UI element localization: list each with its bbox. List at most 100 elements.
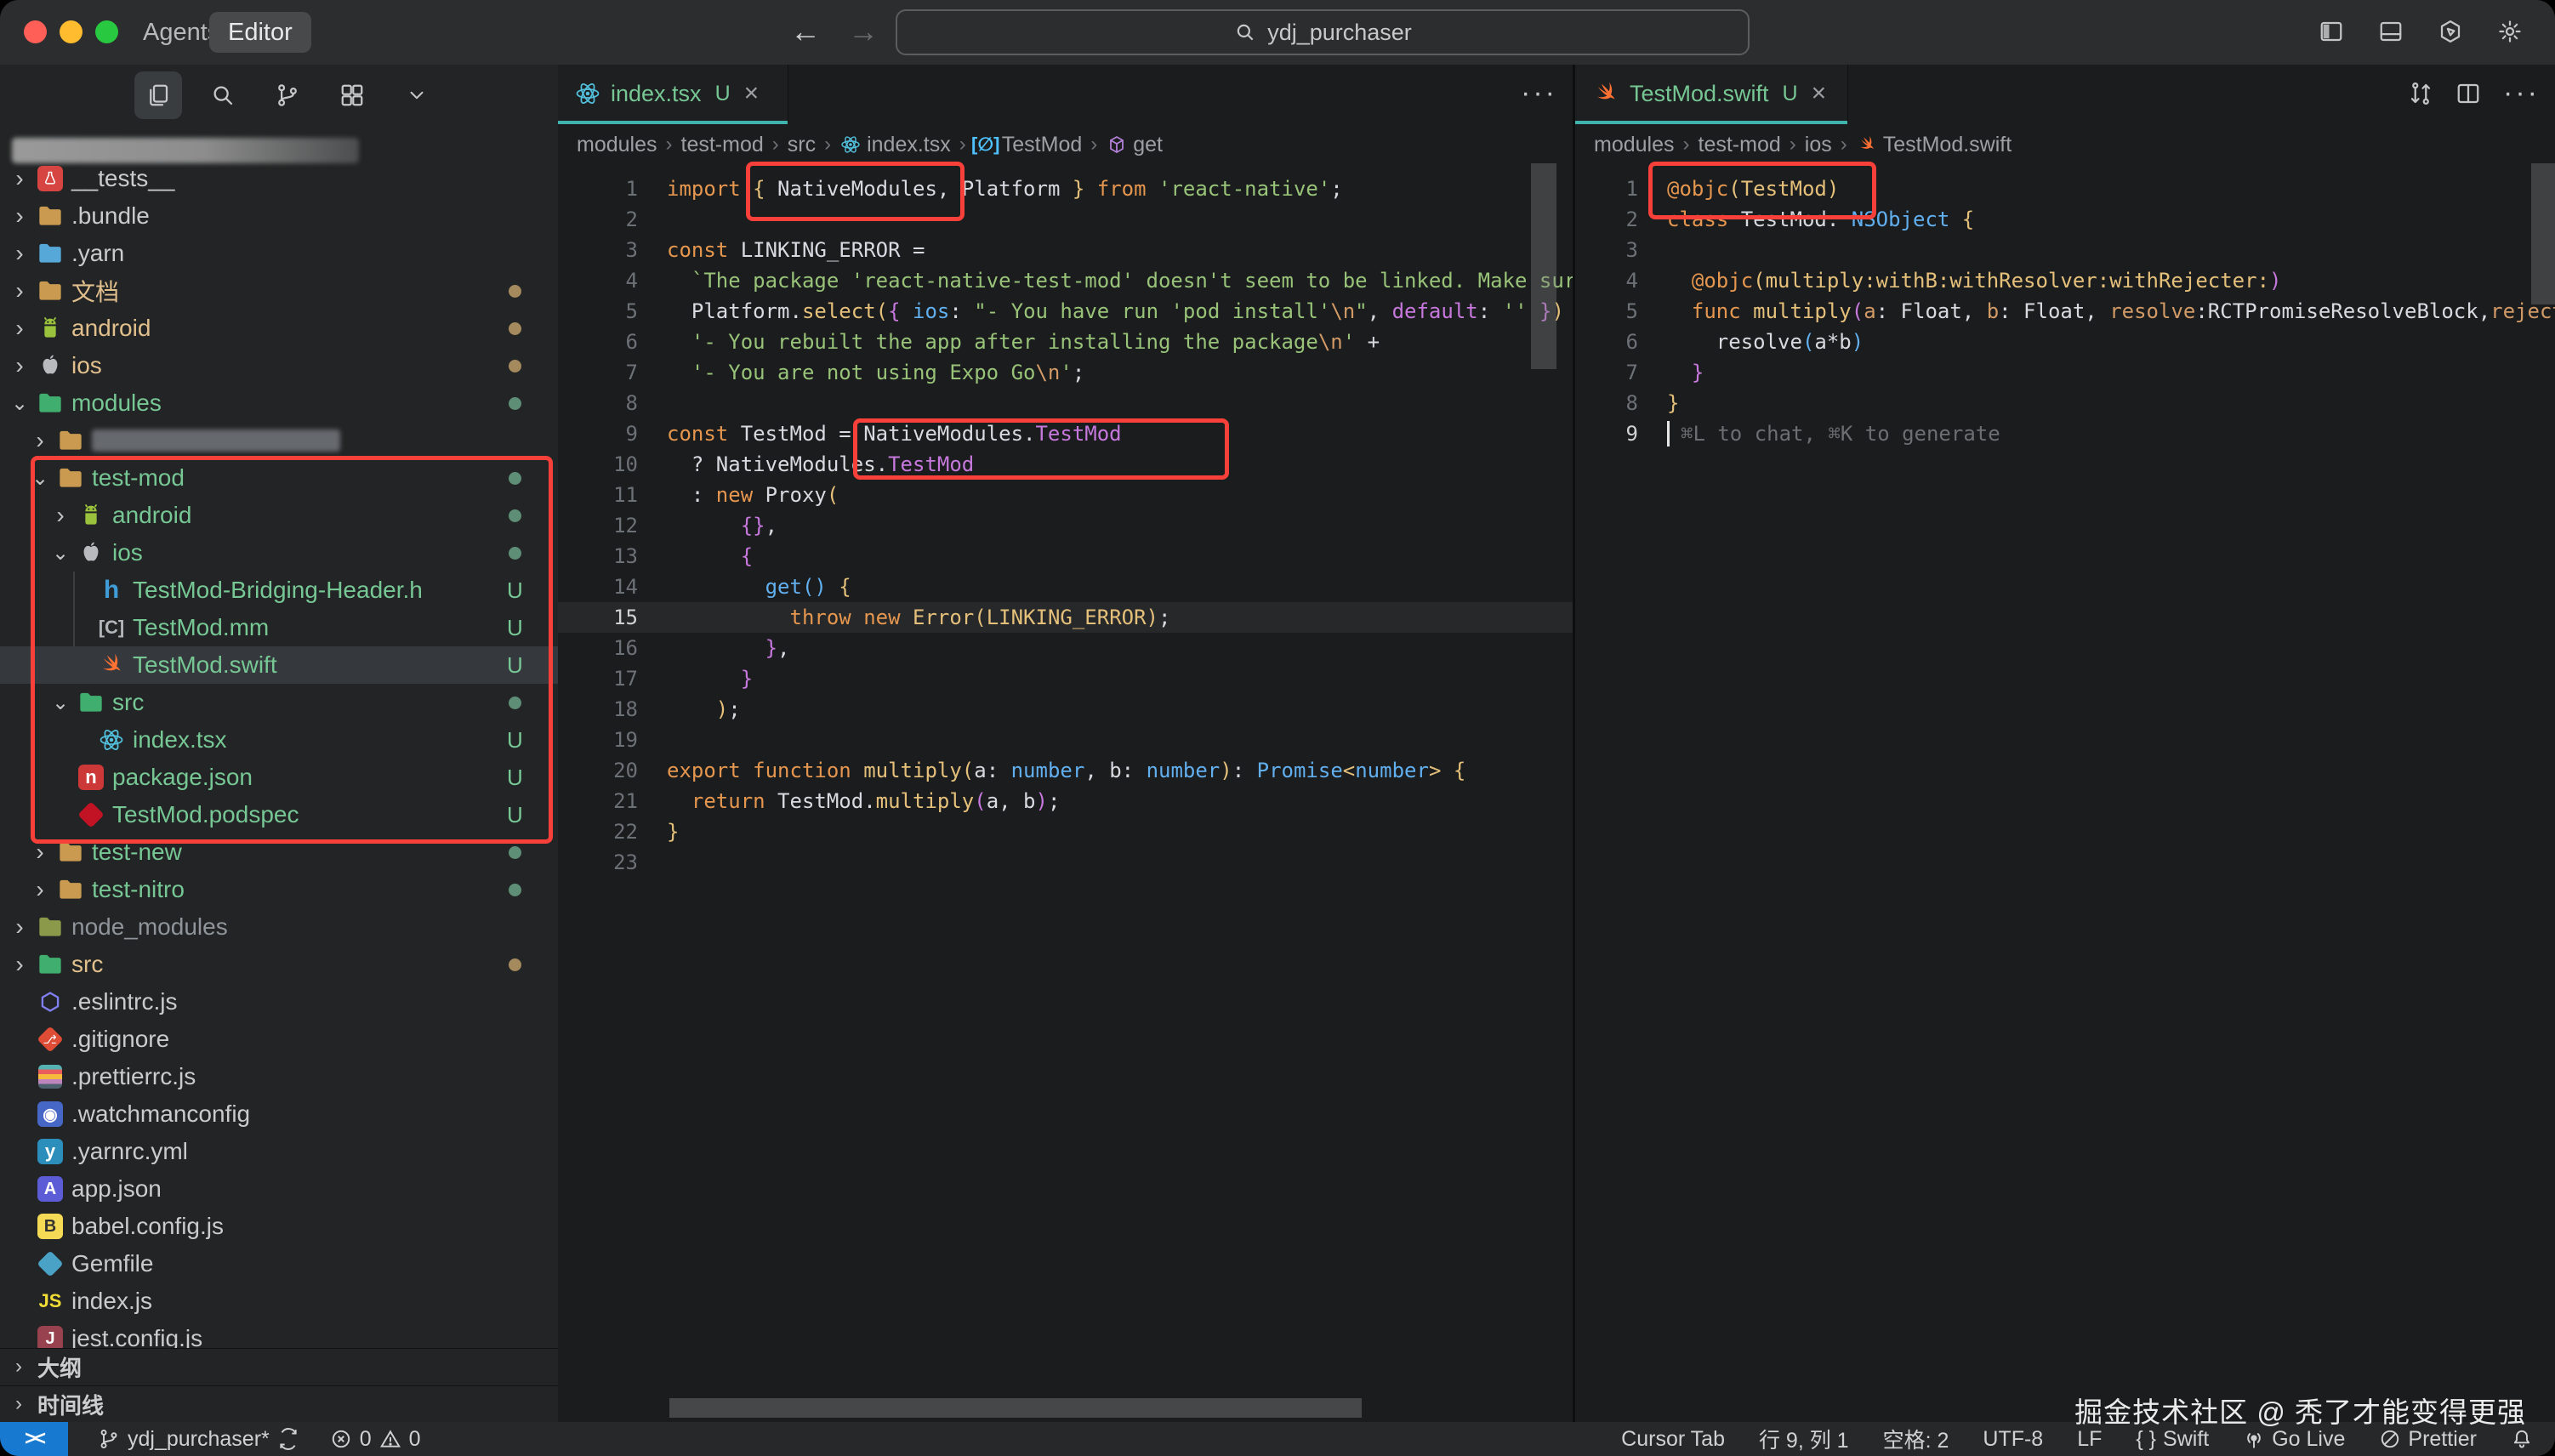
tree-item-android[interactable]: ›android bbox=[0, 310, 558, 347]
code-line-22[interactable]: 22} bbox=[558, 816, 1573, 847]
code-editor-right[interactable]: 1@objc(TestMod)2class TestMod: NSObject … bbox=[1575, 163, 2555, 1422]
traffic-close-button[interactable] bbox=[24, 20, 47, 43]
code-line-9[interactable]: 9⌘L to chat, ⌘K to generate bbox=[1575, 418, 2555, 449]
breadcrumb-item[interactable]: modules bbox=[577, 133, 657, 157]
status-空格-2[interactable]: 空格: 2 bbox=[1883, 1424, 1949, 1454]
breadcrumb-right[interactable]: modules›test-mod›ios›TestMod.swift bbox=[1575, 126, 2555, 163]
breadcrumb-item[interactable]: get bbox=[1106, 133, 1163, 157]
more-actions-button[interactable]: ··· bbox=[2503, 84, 2540, 106]
code-line-7[interactable]: 7 } bbox=[1575, 357, 2555, 388]
code-line-17[interactable]: 17 } bbox=[558, 663, 1573, 694]
traffic-maximize-button[interactable] bbox=[95, 20, 118, 43]
code-line-14[interactable]: 14 get() { bbox=[558, 572, 1573, 602]
code-line-3[interactable]: 3 bbox=[1575, 235, 2555, 265]
tree-item-.eslintrc.js[interactable]: .eslintrc.js bbox=[0, 983, 558, 1021]
breadcrumb-item[interactable]: [∅]TestMod bbox=[975, 133, 1082, 157]
tree-item-babel.config.js[interactable]: Bbabel.config.js bbox=[0, 1208, 558, 1245]
breadcrumb-item[interactable]: TestMod.swift bbox=[1856, 133, 2012, 157]
code-line-15[interactable]: 15 throw new Error(LINKING_ERROR); bbox=[558, 602, 1573, 633]
code-line-11[interactable]: 11 : new Proxy( bbox=[558, 480, 1573, 510]
tree-item-gemfile[interactable]: Gemfile bbox=[0, 1245, 558, 1283]
code-line-2[interactable]: 2class TestMod: NSObject { bbox=[1575, 204, 2555, 235]
layout-sidebar-button[interactable] bbox=[2312, 12, 2351, 51]
tree-item-testmod.podspec[interactable]: TestMod.podspecU bbox=[0, 796, 558, 833]
tree-item--tests-[interactable]: ›__tests__ bbox=[0, 160, 558, 197]
breadcrumb-item[interactable]: test-mod bbox=[1699, 133, 1781, 157]
code-line-10[interactable]: 10 ? NativeModules.TestMod bbox=[558, 449, 1573, 480]
tree-item-ios[interactable]: ›ios bbox=[0, 347, 558, 384]
tree-item-node-modules[interactable]: ›node_modules bbox=[0, 908, 558, 946]
gear-button[interactable] bbox=[2490, 12, 2529, 51]
code-line-2[interactable]: 2 bbox=[558, 204, 1573, 235]
code-line-9[interactable]: 9const TestMod = NativeModules.TestMod bbox=[558, 418, 1573, 449]
code-line-5[interactable]: 5 Platform.select({ ios: "- You have run… bbox=[558, 296, 1573, 327]
tree-item-文档[interactable]: ›文档 bbox=[0, 272, 558, 310]
tree-item-.prettierrc.js[interactable]: .prettierrc.js bbox=[0, 1058, 558, 1095]
traffic-minimize-button[interactable] bbox=[60, 20, 83, 43]
breadcrumb-item[interactable]: src bbox=[788, 133, 816, 157]
tree-item-testmod.mm[interactable]: [C]TestMod.mmU bbox=[0, 609, 558, 646]
tree-item-.yarnrc.yml[interactable]: y.yarnrc.yml bbox=[0, 1133, 558, 1170]
code-line-13[interactable]: 13 { bbox=[558, 541, 1573, 572]
tree-item-testmod-bridging-header.h[interactable]: hTestMod-Bridging-Header.hU bbox=[0, 572, 558, 609]
cube-button[interactable] bbox=[2431, 12, 2470, 51]
tab-close-button[interactable]: × bbox=[1812, 79, 1827, 108]
code-line-7[interactable]: 7 '- You are not using Expo Go\n'; bbox=[558, 357, 1573, 388]
breadcrumb-left[interactable]: modules›test-mod›src›index.tsx›[∅]TestMo… bbox=[558, 126, 1573, 163]
vertical-scrollbar-left[interactable] bbox=[1531, 163, 1556, 369]
code-line-6[interactable]: 6 resolve(a*b) bbox=[1575, 327, 2555, 357]
open-changes-button[interactable] bbox=[2408, 81, 2433, 111]
section-outline[interactable]: ›大纲 bbox=[0, 1348, 558, 1385]
nav-back-button[interactable]: ← bbox=[784, 9, 827, 54]
nav-forward-button[interactable]: → bbox=[842, 9, 885, 54]
code-editor-left[interactable]: 1import { NativeModules, Platform } from… bbox=[558, 163, 1573, 1422]
code-line-8[interactable]: 8} bbox=[1575, 388, 2555, 418]
horizontal-scrollbar-left[interactable] bbox=[669, 1398, 1362, 1418]
code-line-19[interactable]: 19 bbox=[558, 725, 1573, 755]
code-line-5[interactable]: 5 func multiply(a: Float, b: Float, reso… bbox=[1575, 296, 2555, 327]
code-line-6[interactable]: 6 '- You rebuilt the app after installin… bbox=[558, 327, 1573, 357]
code-line-21[interactable]: 21 return TestMod.multiply(a, b); bbox=[558, 786, 1573, 816]
tree-item-testmod.swift[interactable]: TestMod.swiftU bbox=[0, 646, 558, 684]
breadcrumb-item[interactable]: test-mod bbox=[681, 133, 764, 157]
status-utf-8[interactable]: UTF-8 bbox=[1983, 1427, 2043, 1452]
code-line-1[interactable]: 1@objc(TestMod) bbox=[1575, 173, 2555, 204]
code-line-12[interactable]: 12 {}, bbox=[558, 510, 1573, 541]
tree-item-package.json[interactable]: npackage.jsonU bbox=[0, 759, 558, 796]
tree-item-.gitignore[interactable]: ⎇.gitignore bbox=[0, 1021, 558, 1058]
layout-panel-button[interactable] bbox=[2371, 12, 2410, 51]
branch-status[interactable]: ydj_purchaser* bbox=[97, 1427, 300, 1452]
project-search-box[interactable]: ydj_purchaser bbox=[896, 9, 1750, 55]
tree-item-redacted[interactable]: › bbox=[0, 422, 558, 459]
tree-item-src[interactable]: ›src bbox=[0, 946, 558, 983]
status-行-9-列-1[interactable]: 行 9, 列 1 bbox=[1759, 1424, 1849, 1454]
problems-status[interactable]: 0 0 bbox=[329, 1427, 421, 1452]
code-line-18[interactable]: 18 ); bbox=[558, 694, 1573, 725]
code-line-23[interactable]: 23 bbox=[558, 847, 1573, 878]
code-line-8[interactable]: 8 bbox=[558, 388, 1573, 418]
tree-item-index.js[interactable]: JSindex.js bbox=[0, 1283, 558, 1320]
vertical-scrollbar-right[interactable] bbox=[2531, 163, 2555, 304]
tree-item-.watchmanconfig[interactable]: ◉.watchmanconfig bbox=[0, 1095, 558, 1133]
tab-testmod-swift[interactable]: TestMod.swiftU× bbox=[1575, 65, 1848, 122]
tree-item-ios[interactable]: ⌄ios bbox=[0, 534, 558, 572]
split-editor-button[interactable] bbox=[2455, 81, 2481, 111]
remote-indicator[interactable]: >< bbox=[0, 1422, 68, 1456]
tree-item-index.tsx[interactable]: index.tsxU bbox=[0, 721, 558, 759]
tab-close-button[interactable]: × bbox=[744, 79, 760, 108]
breadcrumb-item[interactable]: ios bbox=[1805, 133, 1832, 157]
tree-item-test-nitro[interactable]: ›test-nitro bbox=[0, 871, 558, 908]
tree-item-src[interactable]: ⌄src bbox=[0, 684, 558, 721]
code-line-1[interactable]: 1import { NativeModules, Platform } from… bbox=[558, 173, 1573, 204]
tree-item-modules[interactable]: ⌄modules bbox=[0, 384, 558, 422]
breadcrumb-item[interactable]: modules bbox=[1594, 133, 1675, 157]
editor-tab[interactable]: Editor bbox=[209, 12, 311, 53]
section-timeline[interactable]: ›时间线 bbox=[0, 1385, 558, 1422]
code-line-3[interactable]: 3const LINKING_ERROR = bbox=[558, 235, 1573, 265]
code-line-16[interactable]: 16 }, bbox=[558, 633, 1573, 663]
tab-index-tsx[interactable]: index.tsxU× bbox=[558, 65, 788, 122]
status-cursor-tab[interactable]: Cursor Tab bbox=[1621, 1427, 1725, 1452]
code-line-4[interactable]: 4 @objc(multiply:withB:withResolver:with… bbox=[1575, 265, 2555, 296]
code-line-4[interactable]: 4 `The package 'react-native-test-mod' d… bbox=[558, 265, 1573, 296]
tree-item-.yarn[interactable]: ›.yarn bbox=[0, 235, 558, 272]
